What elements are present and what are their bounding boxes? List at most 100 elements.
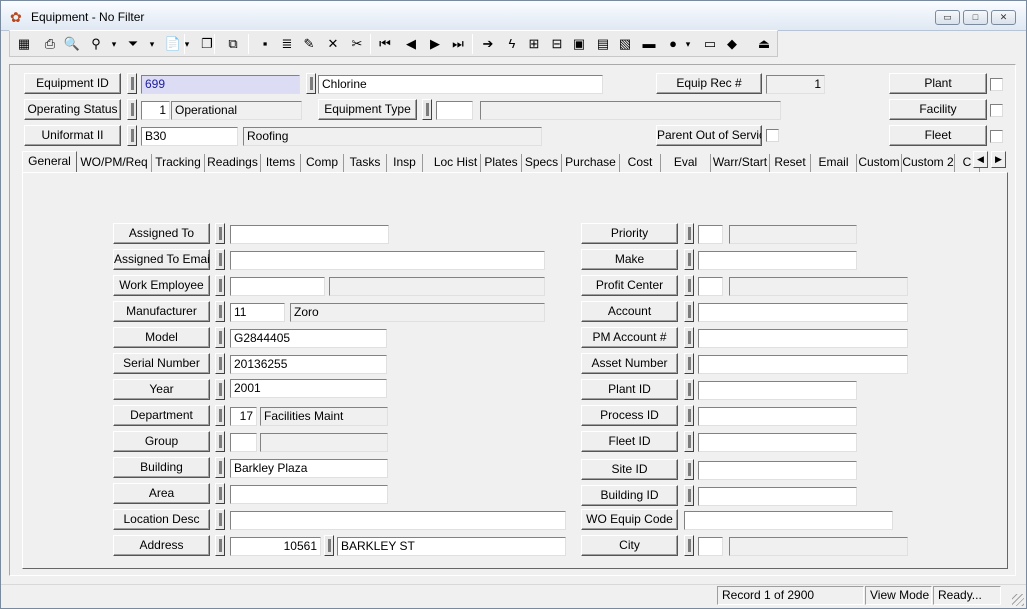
assigned-to-email-button[interactable]: Assigned To Email xyxy=(113,249,210,270)
next-record-icon[interactable]: ▶ xyxy=(425,34,445,54)
plant-id-grip[interactable] xyxy=(684,379,694,400)
operating-status-button[interactable]: Operating Status xyxy=(24,99,121,120)
map-icon[interactable]: ▧ xyxy=(615,34,635,54)
equip-rec-button[interactable]: Equip Rec # xyxy=(656,73,762,94)
make-grip[interactable] xyxy=(684,249,694,270)
picture-icon[interactable]: ▣ xyxy=(569,34,589,54)
tab-specs[interactable]: Specs xyxy=(522,154,562,172)
tab-items[interactable]: Items xyxy=(261,154,301,172)
tab-wo-pm-req[interactable]: WO/PM/Req xyxy=(77,154,152,172)
facility-button[interactable]: Facility xyxy=(889,99,987,120)
department-code-field[interactable]: 17 xyxy=(230,407,257,426)
first-record-icon[interactable]: ⏮ xyxy=(375,34,395,54)
fleet-checkbox[interactable] xyxy=(990,130,1003,143)
process-id-field[interactable] xyxy=(698,407,857,426)
location-desc-grip[interactable] xyxy=(215,509,225,530)
department-grip[interactable] xyxy=(215,405,225,426)
location-desc-field[interactable] xyxy=(230,511,566,530)
facility-checkbox[interactable] xyxy=(990,104,1003,117)
profit-center-button[interactable]: Profit Center xyxy=(581,275,678,296)
tab-cost[interactable]: Cost xyxy=(620,154,661,172)
exit-icon[interactable]: ⏏ xyxy=(754,34,774,54)
equipment-type-code-field[interactable] xyxy=(436,101,473,120)
plant-checkbox[interactable] xyxy=(990,78,1003,91)
asset-number-field[interactable] xyxy=(698,355,908,374)
print-icon[interactable]: ⎙ xyxy=(40,34,60,54)
process-id-grip[interactable] xyxy=(684,405,694,426)
profit-center-code-field[interactable] xyxy=(698,277,723,296)
year-field[interactable]: 2001 xyxy=(230,379,387,398)
work-employee-button[interactable]: Work Employee xyxy=(113,275,210,296)
serial-number-grip[interactable] xyxy=(215,353,225,374)
filter-dropdown-icon[interactable]: ▾ xyxy=(147,34,157,54)
grid-icon[interactable]: ▦ xyxy=(14,34,34,54)
address-grip[interactable] xyxy=(215,535,225,556)
stack-icon[interactable]: ≣ xyxy=(277,34,297,54)
building-id-grip[interactable] xyxy=(684,485,694,506)
resize-grip[interactable] xyxy=(1012,594,1024,606)
equipment-type-grip[interactable] xyxy=(422,99,432,120)
cut-icon[interactable]: ✂ xyxy=(347,34,367,54)
tab-purchase[interactable]: Purchase xyxy=(562,154,620,172)
tab-comp[interactable]: Comp xyxy=(301,154,344,172)
site-id-field[interactable] xyxy=(698,461,857,480)
wo-equip-code-field[interactable] xyxy=(684,511,893,530)
filter-icon[interactable]: ⏷ xyxy=(123,34,143,54)
model-field[interactable]: G2844405 xyxy=(230,329,387,348)
lightning-icon[interactable]: ϟ xyxy=(502,34,522,54)
area-button[interactable]: Area xyxy=(113,483,210,504)
serial-number-field[interactable]: 20136255 xyxy=(230,355,387,374)
tab-custom[interactable]: Custom xyxy=(857,154,902,172)
tab-tasks[interactable]: Tasks xyxy=(344,154,387,172)
pm-account-grip[interactable] xyxy=(684,327,694,348)
screen-icon[interactable]: ▭ xyxy=(700,34,720,54)
group-button[interactable]: Group xyxy=(113,431,210,452)
tab-warr-start[interactable]: Warr/Start xyxy=(711,154,770,172)
close-button[interactable]: ✕ xyxy=(991,10,1016,25)
binoculars-dropdown-icon[interactable]: ▾ xyxy=(109,34,119,54)
assigned-to-email-field[interactable] xyxy=(230,251,545,270)
manufacturer-button[interactable]: Manufacturer xyxy=(113,301,210,322)
department-button[interactable]: Department xyxy=(113,405,210,426)
address-button[interactable]: Address xyxy=(113,535,210,556)
profit-center-grip[interactable] xyxy=(684,275,694,296)
site-id-button[interactable]: Site ID xyxy=(581,459,678,480)
tab-tracking[interactable]: Tracking xyxy=(152,154,205,172)
pm-account-button[interactable]: PM Account # xyxy=(581,327,678,348)
org-chart-icon[interactable]: ⊞ xyxy=(524,34,544,54)
last-record-icon[interactable]: ⏭ xyxy=(448,34,468,54)
equipment-desc-grip[interactable] xyxy=(306,73,316,94)
tab-email[interactable]: Email xyxy=(811,154,857,172)
model-button[interactable]: Model xyxy=(113,327,210,348)
tab-readings[interactable]: Readings xyxy=(205,154,261,172)
maximize-button[interactable]: □ xyxy=(963,10,988,25)
hierarchy-icon[interactable]: ⊟ xyxy=(547,34,567,54)
equipment-type-button[interactable]: Equipment Type xyxy=(318,99,417,120)
year-grip[interactable] xyxy=(215,379,225,400)
globe-icon[interactable]: ● xyxy=(663,34,683,54)
tab-general[interactable]: General xyxy=(22,151,77,173)
building-button[interactable]: Building xyxy=(113,457,210,478)
operating-status-grip[interactable] xyxy=(127,99,137,120)
model-grip[interactable] xyxy=(215,327,225,348)
tab-reset[interactable]: Reset xyxy=(770,154,811,172)
plant-id-button[interactable]: Plant ID xyxy=(581,379,678,400)
previous-record-icon[interactable]: ◀ xyxy=(401,34,421,54)
city-grip[interactable] xyxy=(684,535,694,556)
city-code-field[interactable] xyxy=(698,537,723,556)
fleet-id-button[interactable]: Fleet ID xyxy=(581,431,678,452)
manufacturer-code-field[interactable]: 11 xyxy=(230,303,285,322)
uniformat-code-field[interactable]: B30 xyxy=(141,127,238,146)
minimize-button[interactable]: ▭ xyxy=(935,10,960,25)
tab-plates[interactable]: Plates xyxy=(481,154,522,172)
uniformat-grip[interactable] xyxy=(127,125,137,146)
equipment-id-field[interactable]: 699 xyxy=(141,75,300,94)
building-grip[interactable] xyxy=(215,457,225,478)
building-id-button[interactable]: Building ID xyxy=(581,485,678,506)
delete-icon[interactable]: ✕ xyxy=(323,34,343,54)
tab-scroll-right-icon[interactable]: ▶ xyxy=(991,151,1006,168)
priority-button[interactable]: Priority xyxy=(581,223,678,244)
city-button[interactable]: City xyxy=(581,535,678,556)
account-grip[interactable] xyxy=(684,301,694,322)
assigned-to-email-grip[interactable] xyxy=(215,249,225,270)
